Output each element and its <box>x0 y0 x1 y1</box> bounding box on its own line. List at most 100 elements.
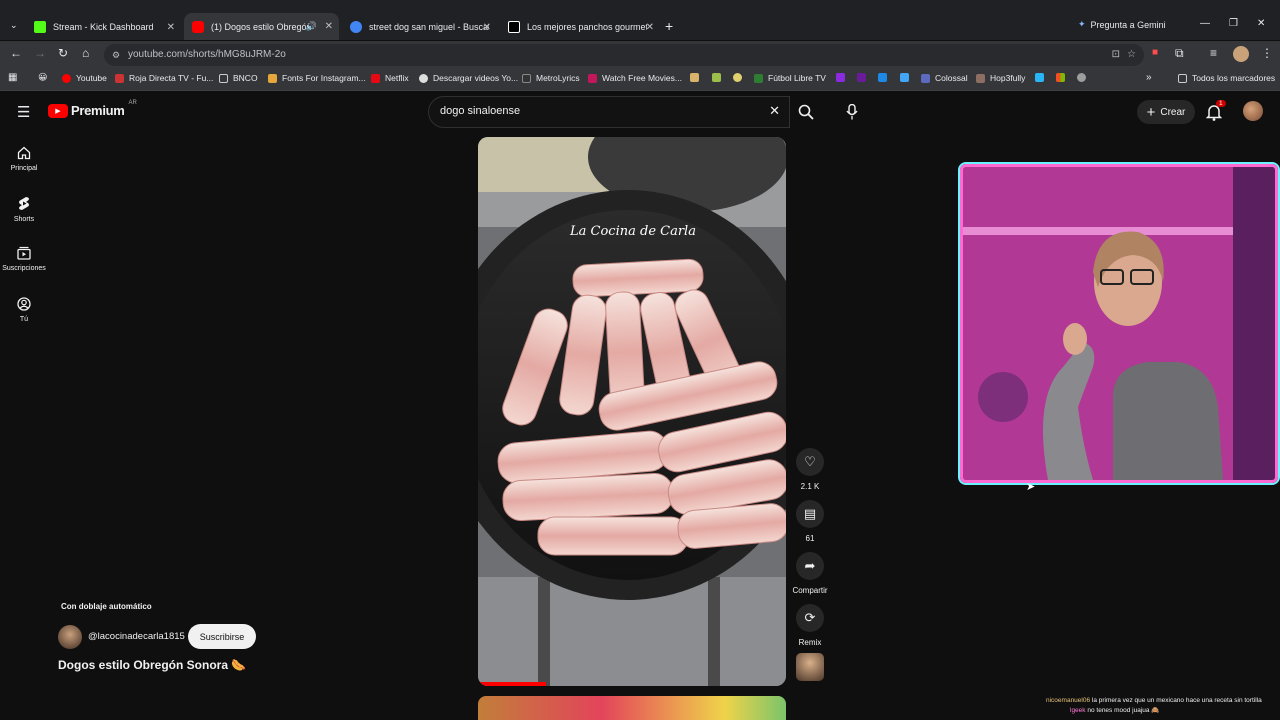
bookmark-favicon <box>690 73 699 82</box>
tab-kick[interactable]: Stream - Kick Dashboard ✕ <box>26 13 181 41</box>
home-icon[interactable]: ⌂ <box>82 46 89 60</box>
new-tab-icon[interactable]: + <box>665 18 673 34</box>
video-title: Dogos estilo Obregón Sonora 🌭 <box>58 658 247 672</box>
bookmark-fonts[interactable]: Fonts For Instagram... <box>268 73 366 83</box>
mouse-cursor-icon: ➤ <box>1026 481 1036 493</box>
create-button[interactable]: + Crear <box>1137 100 1195 124</box>
minimize-icon[interactable]: — <box>1200 18 1210 29</box>
tab-list-icon[interactable]: ⌄ <box>10 20 18 31</box>
progress-bar[interactable] <box>478 682 546 686</box>
remix-button[interactable]: ⟳ Remix <box>790 604 830 647</box>
bookmark-descargar[interactable]: Descargar videos Yo... <box>419 73 518 83</box>
bookmark-icon-3[interactable] <box>733 73 747 82</box>
bookmark-star-icon[interactable]: ☆ <box>1127 44 1136 66</box>
close-tab-icon[interactable]: ✕ <box>646 22 654 33</box>
search-input[interactable]: dogo sinaloense ✕ <box>428 96 790 128</box>
clear-search-icon[interactable]: ✕ <box>769 103 780 119</box>
bookmark-watch-free-movies[interactable]: Watch Free Movies... <box>588 73 682 83</box>
close-tab-icon[interactable]: ✕ <box>325 21 333 32</box>
youtube-icon <box>192 20 204 33</box>
close-window-icon[interactable]: ✕ <box>1257 18 1265 29</box>
more-bookmarks-icon[interactable]: » <box>1146 72 1152 83</box>
notifications-button[interactable]: 1 <box>1205 100 1226 126</box>
address-field[interactable]: ⚙ youtube.com/shorts/hMG8uJRM-2o ⊡ ☆ <box>104 44 1144 66</box>
voice-search-button[interactable] <box>838 98 866 126</box>
extensions-icon[interactable]: ⧉ <box>1175 46 1184 61</box>
youtube-icon <box>62 73 71 83</box>
channel-name[interactable]: @lacocinadecarla1815 <box>88 631 185 642</box>
emoji-bookmark-icon[interactable]: 😀 <box>38 72 47 83</box>
folder-icon <box>1178 73 1187 83</box>
bookmark-icon-5[interactable] <box>857 73 871 82</box>
netflix-icon <box>371 73 380 83</box>
sidebar-item-you[interactable]: Tú <box>0 297 48 323</box>
reload-icon[interactable]: ↻ <box>58 46 68 60</box>
restore-icon[interactable]: ❐ <box>1229 18 1238 29</box>
bookmark-hop3fully[interactable]: Hop3fully <box>976 73 1025 83</box>
bookmark-futbol-libre[interactable]: Fútbol Libre TV <box>754 73 826 83</box>
subscribe-button[interactable]: Suscribirse <box>188 624 256 649</box>
bookmark-icon-7[interactable] <box>900 73 914 82</box>
forward-icon[interactable]: → <box>34 46 46 60</box>
tab-tiktok[interactable]: Los mejores panchos gourmet ✕ <box>500 13 660 41</box>
all-bookmarks-folder[interactable]: Todos los marcadores <box>1178 73 1275 83</box>
reading-list-icon[interactable]: ≡ <box>1210 46 1217 60</box>
bookmark-icon-6[interactable] <box>878 73 892 82</box>
shorts-icon <box>19 197 29 210</box>
bookmark-icon-1[interactable] <box>690 73 704 82</box>
share-button[interactable]: ➦ Compartir <box>790 552 830 595</box>
speaker-icon[interactable]: 🔊 <box>306 21 317 32</box>
bookmark-icon-10[interactable] <box>1077 73 1091 82</box>
site-info-icon[interactable]: ⚙ <box>112 44 120 66</box>
browser-tab-strip: ⌄ Stream - Kick Dashboard ✕ (1) Dogos es… <box>0 0 1280 40</box>
short-video-player[interactable]: La Cocina de Carla <box>478 137 786 686</box>
youtube-premium-logo[interactable]: ▶ Premium AR <box>48 100 137 118</box>
download-icon <box>419 73 428 83</box>
sidebar-item-home[interactable]: Principal <box>0 146 48 172</box>
close-tab-icon[interactable]: ✕ <box>483 22 491 33</box>
search-button[interactable] <box>790 96 824 128</box>
sidebar-item-subscriptions[interactable]: Suscripciones <box>0 246 48 272</box>
bookmark-roja-directa[interactable]: Roja Directa TV - Fu... <box>115 73 213 83</box>
notification-badge: 1 <box>1216 100 1226 107</box>
install-icon[interactable]: ⊡ <box>1112 44 1120 66</box>
bookmark-icon-4[interactable] <box>836 73 850 82</box>
bookmark-youtube[interactable]: Youtube <box>62 73 107 83</box>
apps-icon[interactable]: ▦ <box>8 72 17 83</box>
sidebar-item-shorts[interactable]: Shorts <box>0 196 48 223</box>
bookmark-metrolyrics[interactable]: MetroLyrics <box>522 73 580 83</box>
gemini-button[interactable]: ✦ Pregunta a Gemini <box>1078 19 1166 30</box>
tab-youtube[interactable]: (1) Dogos estilo Obregón S 🔊 ✕ <box>184 13 339 40</box>
sound-thumbnail[interactable] <box>796 653 824 681</box>
account-avatar[interactable] <box>1243 101 1263 121</box>
comments-button[interactable]: ▤ 61 <box>790 500 830 543</box>
channel-avatar[interactable] <box>58 625 82 649</box>
like-button[interactable]: ♡ 2.1 K <box>790 448 830 491</box>
streamer-webcam <box>960 164 1278 483</box>
movies-icon <box>588 73 597 83</box>
yahoo-icon <box>857 73 866 82</box>
menu-icon[interactable]: ⋮ <box>1261 46 1273 60</box>
tiktok-icon <box>508 21 520 33</box>
close-tab-icon[interactable]: ✕ <box>167 22 175 33</box>
bookmark-favicon <box>712 73 721 82</box>
bookmark-icon-9[interactable] <box>1056 73 1070 82</box>
bookmark-favicon <box>878 73 887 82</box>
bookmark-netflix[interactable]: Netflix <box>371 73 409 83</box>
chat-message: lgeek no tenes mood juajua 🙈 <box>1070 707 1160 714</box>
bookmark-icon-2[interactable] <box>712 73 726 82</box>
tab-google[interactable]: street dog san miguel - Buscar ✕ <box>342 13 497 41</box>
hamburger-menu-icon[interactable]: ☰ <box>17 103 30 121</box>
bookmark-bnco[interactable]: BNCO <box>219 73 258 83</box>
extension-icon[interactable]: ■ <box>1152 47 1158 58</box>
you-icon <box>17 297 31 311</box>
bookmark-icon-8[interactable] <box>1035 73 1049 82</box>
back-icon[interactable]: ← <box>10 46 22 60</box>
share-icon: ➦ <box>796 552 824 580</box>
address-toolbar: ← → ↻ ⌂ ⚙ youtube.com/shorts/hMG8uJRM-2o… <box>0 41 1280 69</box>
bookmarks-bar: ▦ 😀 Youtube Roja Directa TV - Fu... BNCO… <box>0 69 1280 91</box>
profile-avatar[interactable] <box>1233 46 1249 62</box>
next-short-preview[interactable] <box>478 696 786 720</box>
search-icon <box>798 104 814 120</box>
bookmark-colossal[interactable]: Colossal <box>921 73 968 83</box>
